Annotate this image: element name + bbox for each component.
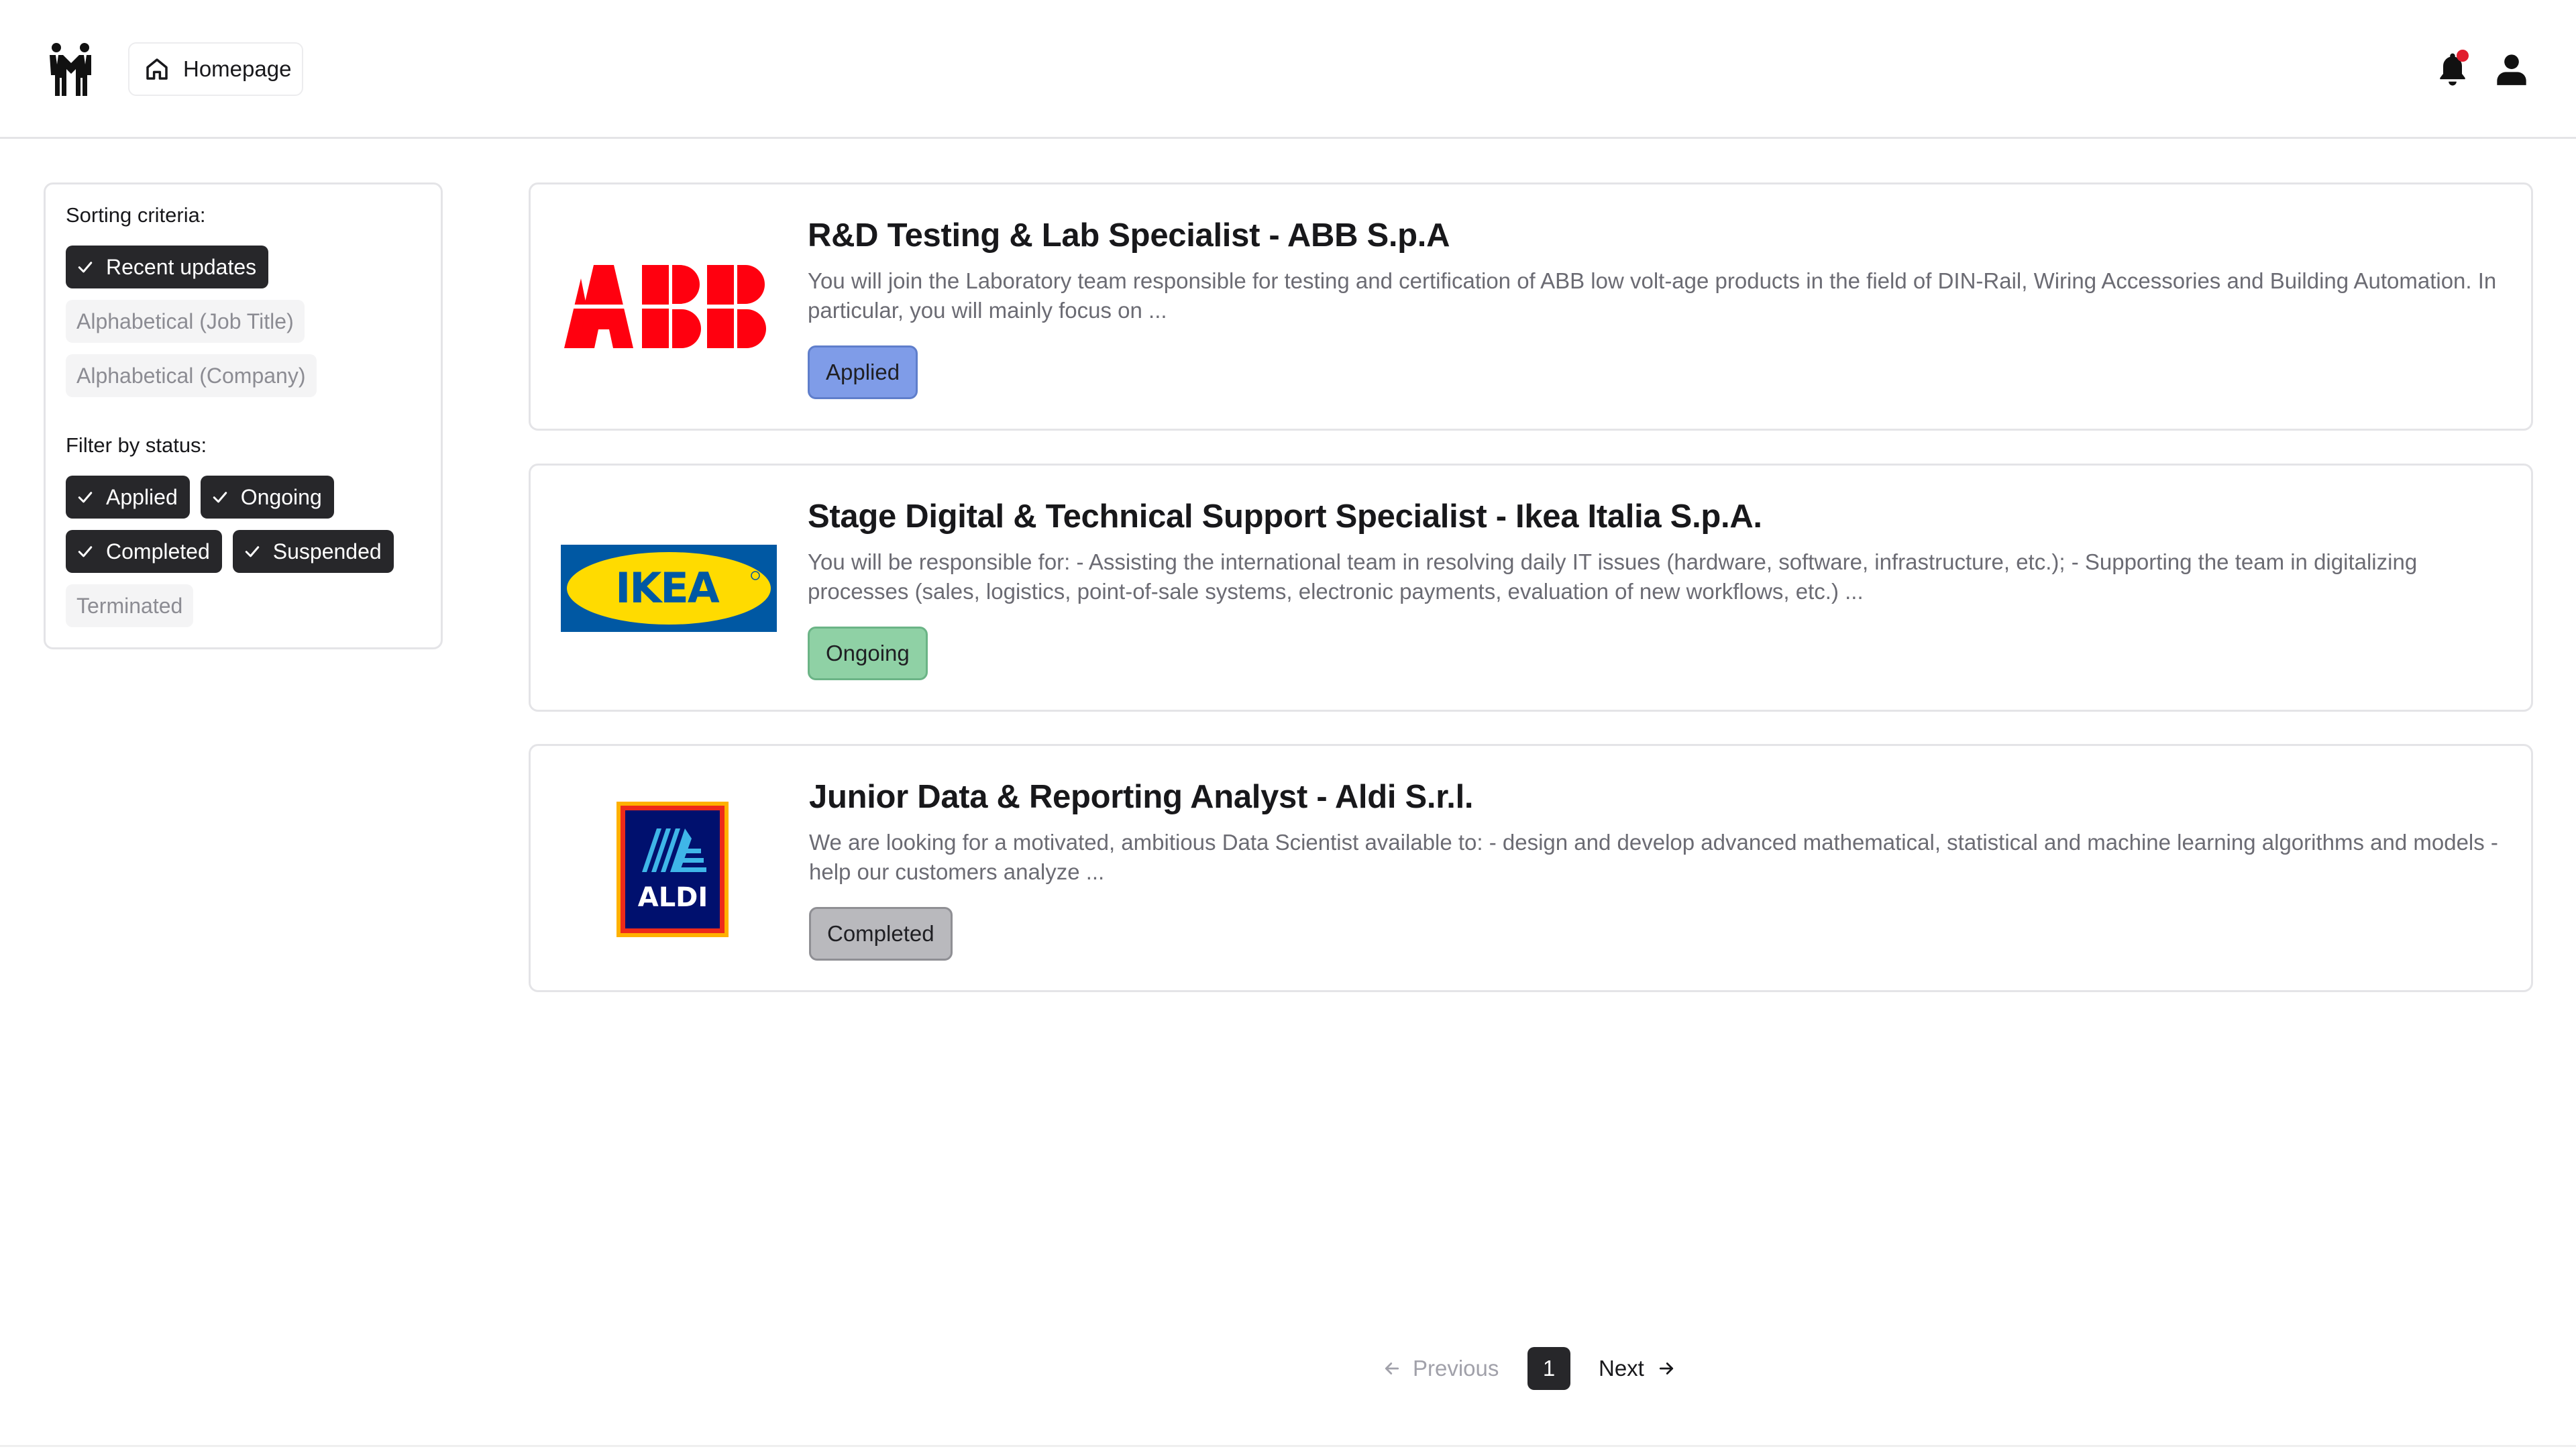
chip-label: Alphabetical (Company)	[76, 363, 306, 388]
sort-alphabetical-company[interactable]: Alphabetical (Company)	[66, 354, 317, 397]
home-icon	[146, 58, 168, 80]
previous-label: Previous	[1413, 1356, 1499, 1381]
pagination: Previous 1 Next	[0, 1347, 2576, 1390]
page-1-button[interactable]: 1	[1527, 1347, 1570, 1390]
check-icon	[78, 262, 93, 273]
chip-label: Applied	[106, 484, 178, 509]
filter-completed[interactable]: Completed	[66, 530, 222, 573]
arrow-right-icon	[1659, 1362, 1673, 1375]
status-badge: Applied	[808, 345, 918, 399]
svg-text:IKEA: IKEA	[615, 564, 719, 612]
filter-terminated[interactable]: Terminated	[66, 584, 194, 627]
aldi-logo: ALDI	[616, 802, 729, 937]
job-description: We are looking for a motivated, ambitiou…	[809, 830, 2498, 884]
job-card[interactable]: IKEA Stage Digital & Technical Support S…	[529, 464, 2533, 712]
top-navbar: Homepage	[0, 0, 2576, 139]
chip-label: Ongoing	[240, 484, 322, 509]
abb-logo	[564, 265, 775, 348]
job-title[interactable]: Stage Digital & Technical Support Specia…	[808, 498, 1762, 535]
job-description: You will be responsible for: - Assisting…	[808, 549, 2418, 604]
homepage-button[interactable]: Homepage	[128, 42, 304, 96]
chip-label: Suspended	[272, 539, 382, 564]
notification-dot	[2457, 50, 2469, 62]
job-title[interactable]: Junior Data & Reporting Analyst - Aldi S…	[809, 778, 1474, 816]
svg-text:ALDI: ALDI	[638, 882, 708, 913]
filter-applied[interactable]: Applied	[66, 476, 190, 519]
filter-by-status-label: Filter by status:	[66, 433, 207, 457]
status-badge: Ongoing	[808, 627, 928, 680]
job-card[interactable]: R&D Testing & Lab Specialist - ABB S.p.A…	[529, 182, 2533, 431]
check-icon	[213, 492, 227, 503]
job-title[interactable]: R&D Testing & Lab Specialist - ABB S.p.A	[808, 217, 1450, 254]
check-icon	[245, 546, 259, 557]
sort-recent-updates[interactable]: Recent updates	[66, 246, 269, 288]
ikea-logo: IKEA	[561, 545, 777, 632]
check-icon	[78, 546, 93, 557]
user-icon[interactable]	[2494, 51, 2529, 87]
people-handshake-icon[interactable]	[44, 42, 97, 96]
chip-label: Recent updates	[106, 254, 257, 279]
filter-sidebar: Sorting criteria: Recent updates Alphabe…	[44, 182, 443, 649]
chip-label: Alphabetical (Job Title)	[76, 309, 294, 333]
filter-ongoing[interactable]: Ongoing	[200, 476, 334, 519]
sort-alphabetical-job-title[interactable]: Alphabetical (Job Title)	[66, 300, 305, 343]
next-label: Next	[1599, 1356, 1644, 1381]
sorting-criteria-label: Sorting criteria:	[66, 203, 206, 227]
job-description: You will join the Laboratory team respon…	[808, 268, 2497, 323]
next-page-button[interactable]: Next	[1599, 1347, 1676, 1390]
status-filter-options: Applied Ongoing Completed Suspended Term…	[66, 476, 441, 627]
job-card[interactable]: ALDI Junior Data & Reporting Analyst - A…	[529, 744, 2533, 992]
filter-suspended[interactable]: Suspended	[232, 530, 394, 573]
homepage-label: Homepage	[183, 56, 292, 81]
footer-divider	[0, 1445, 2576, 1447]
status-badge: Completed	[809, 907, 953, 961]
chip-label: Completed	[106, 539, 210, 564]
previous-page-button[interactable]: Previous	[1382, 1347, 1499, 1390]
chip-label: Terminated	[76, 593, 183, 618]
arrow-left-icon	[1385, 1362, 1399, 1375]
check-icon	[78, 492, 93, 503]
sorting-options: Recent updates Alphabetical (Job Title) …	[66, 246, 441, 397]
